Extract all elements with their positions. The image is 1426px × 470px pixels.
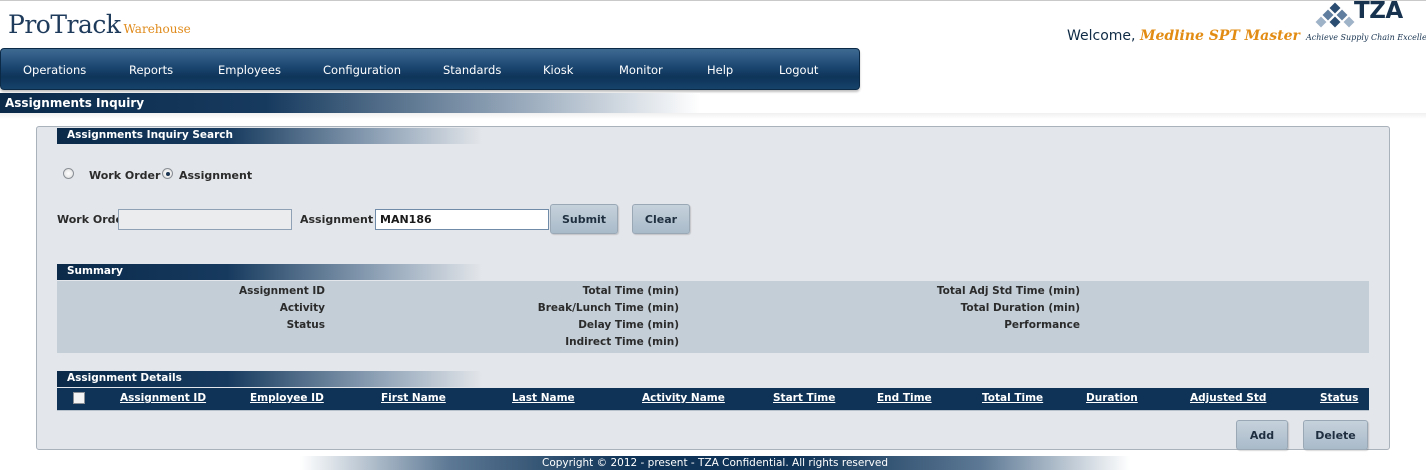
- page-title-bar: Assignments Inquiry: [0, 93, 700, 113]
- page-divider: [0, 113, 1426, 119]
- col-end-time[interactable]: End Time: [877, 392, 932, 404]
- nav-logout[interactable]: Logout: [779, 63, 818, 77]
- col-activity-name[interactable]: Activity Name: [642, 392, 725, 404]
- summary-section-header: Summary: [57, 264, 482, 280]
- nav-operations[interactable]: Operations: [23, 63, 86, 77]
- tza-tagline: Achieve Supply Chain Excellence: [1306, 33, 1426, 42]
- col-employee-id[interactable]: Employee ID: [250, 392, 324, 404]
- summary-assignment-id-label: Assignment ID: [238, 285, 325, 297]
- col-total-time[interactable]: Total Time: [982, 392, 1043, 404]
- main-nav: Operations Reports Employees Configurati…: [0, 48, 860, 90]
- tza-brand-logo: TZA Achieve Supply Chain Excellence: [1306, 0, 1426, 44]
- nav-reports[interactable]: Reports: [129, 63, 173, 77]
- summary-break-lunch-label: Break/Lunch Time (min): [537, 302, 679, 314]
- summary-box: Assignment ID Activity Status Total Time…: [57, 281, 1369, 353]
- tza-diamonds-icon: [1314, 2, 1356, 29]
- col-duration[interactable]: Duration: [1086, 392, 1138, 404]
- nav-configuration[interactable]: Configuration: [323, 63, 401, 77]
- summary-activity-label: Activity: [279, 302, 325, 314]
- footer-bar: Copyright © 2012 - present - TZA Confide…: [300, 456, 1130, 470]
- summary-total-time-label: Total Time (min): [582, 285, 679, 297]
- submit-button[interactable]: Submit: [550, 204, 618, 234]
- col-status[interactable]: Status: [1320, 392, 1358, 404]
- summary-total-duration-label: Total Duration (min): [960, 302, 1080, 314]
- details-table-header: Assignment ID Employee ID First Name Las…: [57, 388, 1369, 410]
- search-section-title: Assignments Inquiry Search: [67, 129, 233, 141]
- work-order-radio-label[interactable]: Work Order: [89, 169, 160, 182]
- col-assignment-id[interactable]: Assignment ID: [120, 392, 206, 404]
- nav-standards[interactable]: Standards: [443, 63, 501, 77]
- delete-button[interactable]: Delete: [1303, 420, 1368, 450]
- select-all-checkbox[interactable]: [73, 392, 85, 404]
- assignment-radio-label[interactable]: Assignment: [179, 169, 252, 182]
- assignment-radio[interactable]: [162, 168, 173, 179]
- nav-monitor[interactable]: Monitor: [619, 63, 663, 77]
- summary-total-adj-std-label: Total Adj Std Time (min): [936, 285, 1080, 297]
- summary-delay-time-label: Delay Time (min): [578, 319, 679, 331]
- col-first-name[interactable]: First Name: [381, 392, 446, 404]
- summary-section-title: Summary: [67, 265, 124, 277]
- summary-performance-label: Performance: [1004, 319, 1080, 331]
- col-start-time[interactable]: Start Time: [773, 392, 835, 404]
- welcome-user-name: Medline SPT Master: [1139, 28, 1300, 44]
- clear-button[interactable]: Clear: [632, 204, 690, 234]
- work-order-radio[interactable]: [63, 168, 74, 179]
- col-last-name[interactable]: Last Name: [512, 392, 575, 404]
- logo-sub-text: Warehouse: [123, 22, 191, 36]
- search-section-header: Assignments Inquiry Search: [57, 128, 482, 144]
- nav-help[interactable]: Help: [707, 63, 733, 77]
- details-section-title: Assignment Details: [67, 372, 182, 384]
- app-logo[interactable]: ProTrack Warehouse: [8, 10, 191, 39]
- assignment-id-input[interactable]: [375, 209, 549, 230]
- work-order-input[interactable]: [118, 209, 292, 230]
- footer-copyright: Copyright © 2012 - present - TZA Confide…: [541, 457, 888, 469]
- welcome-message: Welcome, Medline SPT Master: [1067, 28, 1300, 44]
- summary-status-label: Status: [286, 319, 325, 331]
- details-table-body: [57, 410, 1369, 411]
- top-border: [0, 0, 1426, 1]
- welcome-prefix: Welcome,: [1067, 28, 1140, 44]
- nav-employees[interactable]: Employees: [218, 63, 281, 77]
- add-button[interactable]: Add: [1236, 420, 1288, 450]
- summary-indirect-time-label: Indirect Time (min): [565, 336, 679, 348]
- inquiry-panel: Assignments Inquiry Search Work Order As…: [36, 126, 1390, 450]
- logo-main-text: ProTrack: [8, 10, 121, 39]
- tza-brand-name: TZA: [1354, 0, 1403, 24]
- page-title: Assignments Inquiry: [5, 96, 145, 110]
- nav-kiosk[interactable]: Kiosk: [543, 63, 573, 77]
- col-adjusted-std[interactable]: Adjusted Std: [1190, 392, 1266, 404]
- details-section-header: Assignment Details: [57, 371, 482, 387]
